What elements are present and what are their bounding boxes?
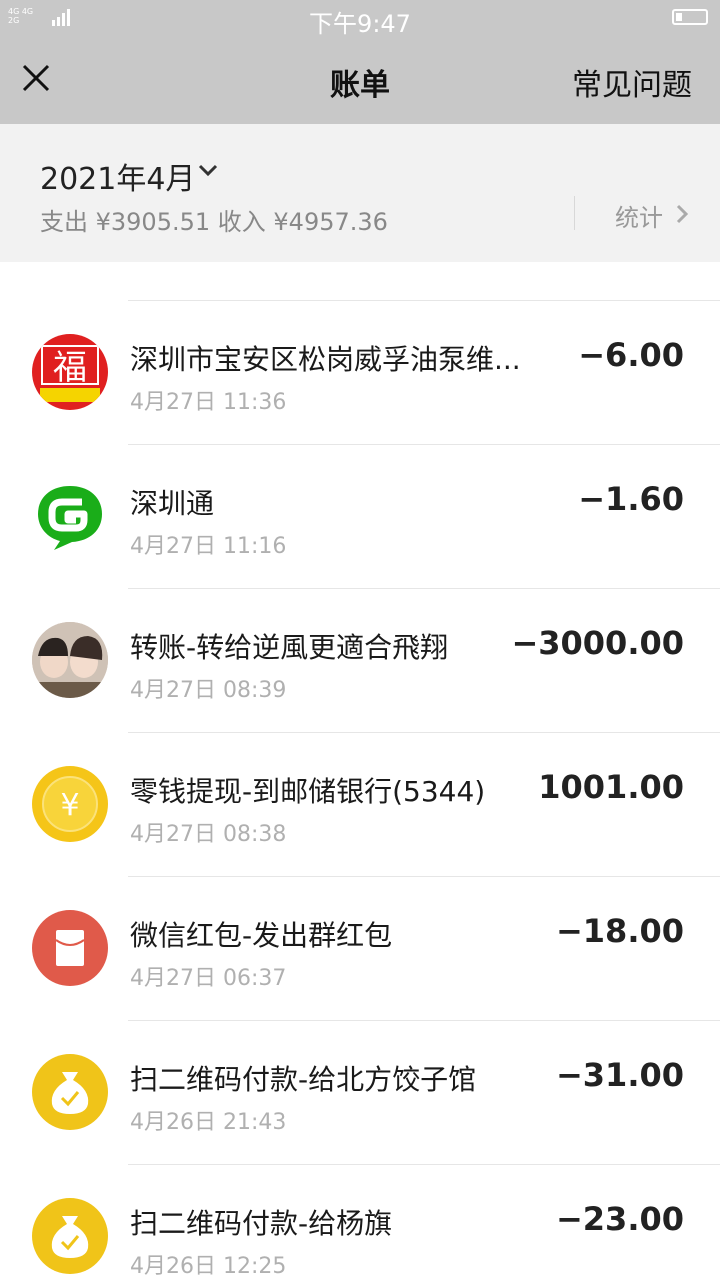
transaction-row[interactable]: 微信红包-发出群红包 4月27日 06:37 −18.00 [0, 876, 720, 1020]
transaction-amount: −18.00 [555, 912, 684, 950]
transaction-amount: −31.00 [555, 1056, 684, 1094]
transaction-amount: −1.60 [578, 480, 684, 518]
transaction-list: 福 深圳市宝安区松岗威孚油泵维... 4月27日 11:36 −6.00 深圳通… [0, 262, 720, 1280]
month-selector[interactable]: 2021年4月 [40, 154, 195, 198]
bill-summary: 2021年4月 支出 ¥3905.51 收入 ¥4957.36 统计 [0, 124, 720, 262]
transaction-row[interactable]: 扫二维码付款-给北方饺子馆 4月26日 21:43 −31.00 [0, 1020, 720, 1164]
divider [574, 196, 575, 230]
svg-text:福: 福 [53, 348, 87, 388]
status-time: 下午9:47 [309, 10, 411, 38]
svg-text:¥: ¥ [60, 788, 79, 823]
transaction-time: 4月27日 08:38 [130, 822, 287, 847]
transaction-time: 4月27日 08:39 [130, 678, 287, 703]
expense-income-summary: 支出 ¥3905.51 收入 ¥4957.36 [40, 208, 388, 236]
transaction-title: 零钱提现-到邮储银行(5344) [130, 775, 486, 808]
money-bag-icon [32, 1198, 108, 1274]
transaction-row[interactable]: ¥ 零钱提现-到邮储银行(5344) 4月27日 08:38 1001.00 [0, 732, 720, 876]
transaction-row[interactable]: 转账-转给逆風更適合飛翔 4月27日 08:39 −3000.00 [0, 588, 720, 732]
yuan-coin-icon: ¥ [32, 766, 108, 842]
transaction-amount: 1001.00 [538, 768, 684, 806]
transaction-title: 深圳通 [130, 487, 215, 520]
navigation-bar: 账单 常见问题 [0, 36, 720, 124]
fu-merchant-icon: 福 [32, 334, 108, 410]
transaction-amount: −6.00 [578, 336, 684, 374]
user-photo-avatar [32, 622, 108, 698]
transaction-time: 4月27日 11:36 [130, 390, 287, 415]
transaction-title: 转账-转给逆風更適合飛翔 [130, 631, 449, 664]
status-bar: 4G 4G 2G 下午9:47 [0, 0, 720, 38]
transaction-time: 4月27日 06:37 [130, 966, 287, 991]
transaction-time: 4月26日 12:25 [130, 1254, 287, 1279]
transaction-row[interactable]: 扫二维码付款-给杨旗 4月26日 12:25 −23.00 [0, 1164, 720, 1280]
money-bag-icon [32, 1054, 108, 1130]
chevron-right-icon[interactable] [676, 204, 688, 224]
transaction-title: 扫二维码付款-给北方饺子馆 [130, 1063, 477, 1096]
transaction-title: 深圳市宝安区松岗威孚油泵维... [130, 343, 521, 376]
transaction-time: 4月27日 11:16 [130, 534, 287, 559]
transaction-row[interactable]: 深圳通 4月27日 11:16 −1.60 [0, 444, 720, 588]
transaction-amount: −3000.00 [511, 624, 684, 662]
transaction-title: 扫二维码付款-给杨旗 [130, 1207, 393, 1240]
chevron-down-icon[interactable] [198, 164, 218, 178]
transaction-title: 微信红包-发出群红包 [130, 919, 393, 952]
transaction-amount: −23.00 [555, 1200, 684, 1238]
transaction-row[interactable]: 福 深圳市宝安区松岗威孚油泵维... 4月27日 11:36 −6.00 [0, 300, 720, 444]
transaction-time: 4月26日 21:43 [130, 1110, 287, 1135]
battery-icon [672, 9, 708, 25]
shenzhentong-icon [32, 478, 108, 554]
statistics-button[interactable]: 统计 [615, 198, 663, 233]
red-envelope-icon [32, 910, 108, 986]
faq-button[interactable]: 常见问题 [572, 60, 692, 104]
